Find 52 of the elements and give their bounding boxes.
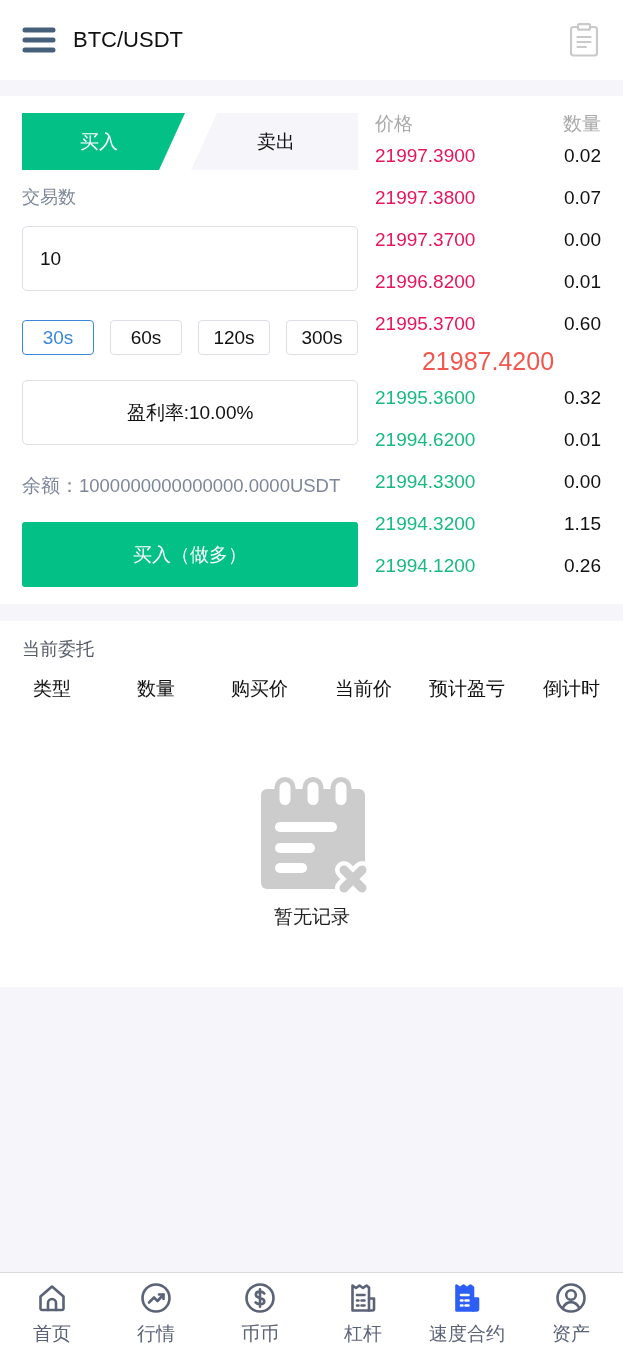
column-header: 购买价 (231, 677, 289, 701)
amount-label: 交易数 (22, 186, 76, 209)
bid-price-text: 21994.1200 (375, 555, 476, 577)
ask-amount-text: 0.02 (564, 145, 601, 167)
bid-price-text: 21995.3600 (375, 387, 476, 409)
bid-amount-text: 0.32 (564, 387, 601, 409)
user-icon (555, 1282, 588, 1314)
column-header: 预计盈亏 (429, 677, 506, 701)
amount-column-header: 数量 (563, 113, 601, 135)
bid-price-text: 21994.3200 (375, 513, 476, 535)
ask-amount-text: 0.01 (564, 271, 601, 293)
bid-price-text: 21994.3300 (375, 471, 476, 493)
empty-state-text: 暂无记录 (273, 905, 350, 929)
trade-tab[interactable]: 卖出 (191, 113, 358, 170)
nav-item[interactable]: 首页 (0, 1273, 104, 1348)
bid-amount-text: 0.26 (564, 555, 601, 577)
dollar-icon (243, 1282, 276, 1314)
trend-chart-icon (139, 1282, 172, 1314)
nav-item[interactable]: 资产 (519, 1273, 623, 1348)
bid-amount-text: 0.00 (564, 471, 601, 493)
column-header: 当前价 (334, 677, 392, 701)
nav-item[interactable]: 币币 (207, 1273, 312, 1348)
page-title: BTC/USDT (73, 27, 183, 53)
amount-input[interactable]: 10 (22, 226, 358, 291)
balance-text: 余额：1000000000000000.0000USDT (22, 474, 341, 498)
bid-amount-text: 0.01 (564, 429, 601, 451)
price-column-header: 价格 (375, 113, 413, 135)
column-header: 数量 (136, 677, 175, 701)
nav-item[interactable]: 杠杆 (311, 1273, 416, 1348)
ask-price-text: 21997.3800 (375, 187, 476, 209)
nav-item[interactable]: 行情 (103, 1273, 208, 1348)
ask-price-text: 21997.3900 (375, 145, 476, 167)
ask-price-text: 21996.8200 (375, 271, 476, 293)
duration-option[interactable]: 120s (198, 320, 270, 355)
menu-icon[interactable] (22, 27, 56, 53)
ask-price-text: 21995.3700 (375, 313, 476, 335)
ask-price-text: 21997.3700 (375, 229, 476, 251)
last-price-text: 21987.4200 (421, 346, 555, 376)
column-header: 倒计时 (542, 677, 600, 701)
bid-price-text: 21994.6200 (375, 429, 476, 451)
bid-amount-text: 1.15 (564, 513, 601, 535)
duration-option[interactable]: 300s (286, 320, 358, 355)
duration-option[interactable]: 30s (22, 320, 94, 355)
column-header: 类型 (32, 677, 71, 701)
ask-amount-text: 0.00 (564, 229, 601, 251)
ask-amount-text: 0.60 (564, 313, 601, 335)
ask-amount-text: 0.07 (564, 187, 601, 209)
duration-option[interactable]: 60s (110, 320, 182, 355)
profit-rate-display: 盈利率:10.00% (22, 380, 358, 445)
nav-item[interactable]: 速度合约 (415, 1273, 520, 1348)
section-title: 当前委托 (22, 638, 94, 661)
clipboard-icon[interactable] (569, 23, 599, 57)
